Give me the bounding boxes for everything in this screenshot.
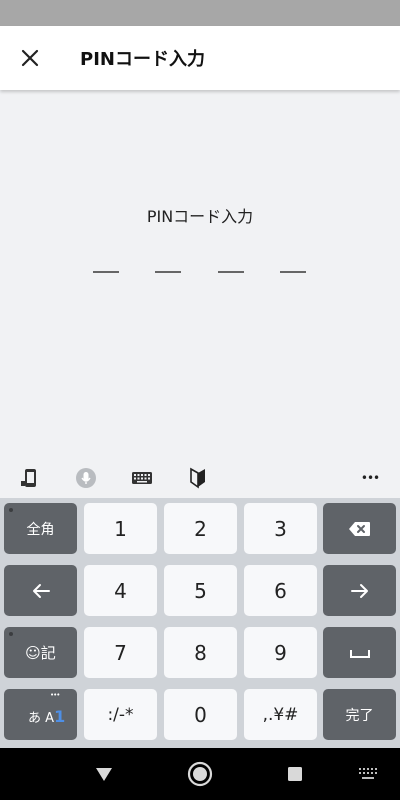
key-2-label: 2 xyxy=(194,516,207,541)
key-5[interactable]: 5 xyxy=(164,565,237,616)
space-icon xyxy=(349,649,370,658)
keyboard-icon xyxy=(132,472,152,484)
key-4-label: 4 xyxy=(114,578,127,603)
keyboard: 全角 1 2 3 4 5 6 ☺記 7 8 9 ••• あ A1:/-* 0 … xyxy=(0,498,400,748)
input-mode-hiragana: あ xyxy=(28,711,42,726)
key-8-label: 8 xyxy=(194,640,207,665)
phone-sync-button[interactable] xyxy=(16,464,44,492)
cursor-right-key[interactable] xyxy=(323,565,396,616)
done-key-label: 完了 xyxy=(345,707,374,724)
close-icon xyxy=(21,49,39,67)
punctuation-key[interactable]: ,.¥# xyxy=(244,689,317,740)
pin-slot-1 xyxy=(93,271,119,273)
app-bar: PINコード入力 xyxy=(0,26,400,90)
key-indicator-dot xyxy=(9,632,13,636)
microphone-icon xyxy=(76,468,96,488)
pin-prompt: PINコード入力 xyxy=(146,207,254,226)
emoji-symbol-label: ☺記 xyxy=(25,644,56,662)
full-width-label: 全角 xyxy=(26,521,55,538)
key-1[interactable]: 1 xyxy=(84,503,157,554)
page-title: PINコード入力 xyxy=(80,49,205,70)
input-mode-dots: ••• xyxy=(50,691,60,699)
home-button[interactable] xyxy=(184,758,216,790)
phone-sync-icon xyxy=(21,469,36,487)
recents-button[interactable] xyxy=(279,758,311,790)
input-mode-alpha: A xyxy=(45,711,55,726)
pin-slot-4 xyxy=(280,271,306,273)
done-key[interactable]: 完了 xyxy=(323,689,396,740)
symbols-key-label: :/-* xyxy=(107,704,134,725)
key-7[interactable]: 7 xyxy=(84,627,157,678)
emoji-symbol-key[interactable]: ☺記 xyxy=(4,627,77,678)
keyboard-settings-button[interactable] xyxy=(128,464,156,492)
close-button[interactable] xyxy=(12,40,48,76)
pin-entry-area[interactable]: PINコード入力 xyxy=(0,90,400,458)
input-mode-label: あ A1 xyxy=(28,707,65,726)
key-2[interactable]: 2 xyxy=(164,503,237,554)
space-key[interactable] xyxy=(323,627,396,678)
cursor-left-key[interactable] xyxy=(4,565,77,616)
punctuation-key-label: ,.¥# xyxy=(262,704,299,725)
key-7-label: 7 xyxy=(114,640,127,665)
keyboard-switch-button[interactable] xyxy=(352,758,384,790)
key-6-label: 6 xyxy=(274,578,287,603)
backspace-key[interactable] xyxy=(323,503,396,554)
key-1-label: 1 xyxy=(114,516,127,541)
recents-icon xyxy=(288,767,302,781)
keyboard-toolbar: ••• xyxy=(0,458,400,498)
key-3[interactable]: 3 xyxy=(244,503,317,554)
pin-slot-2 xyxy=(155,271,181,273)
input-mode-key[interactable]: ••• あ A1 xyxy=(4,689,77,740)
symbols-key[interactable]: :/-* xyxy=(84,689,157,740)
key-5-label: 5 xyxy=(194,578,207,603)
keyboard-switch-icon xyxy=(359,768,377,779)
more-button[interactable]: ••• xyxy=(356,464,384,492)
key-9-label: 9 xyxy=(274,640,287,665)
status-bar xyxy=(0,0,400,26)
navigation-bar xyxy=(0,748,400,800)
home-icon xyxy=(187,761,213,787)
key-9[interactable]: 9 xyxy=(244,627,317,678)
full-width-key[interactable]: 全角 xyxy=(4,503,77,554)
more-icon: ••• xyxy=(360,471,380,485)
key-8[interactable]: 8 xyxy=(164,627,237,678)
key-6[interactable]: 6 xyxy=(244,565,317,616)
back-button[interactable] xyxy=(88,758,120,790)
back-icon xyxy=(96,768,112,781)
beginner-mode-button[interactable] xyxy=(184,464,212,492)
input-mode-numeric: 1 xyxy=(54,707,66,726)
arrow-right-icon xyxy=(350,583,368,598)
backspace-icon xyxy=(348,521,370,536)
key-0[interactable]: 0 xyxy=(164,689,237,740)
key-3-label: 3 xyxy=(274,516,287,541)
pin-slot-3 xyxy=(218,271,244,273)
key-0-label: 0 xyxy=(194,702,207,727)
voice-input-button[interactable] xyxy=(72,464,100,492)
beginner-mark-icon xyxy=(190,467,205,489)
key-4[interactable]: 4 xyxy=(84,565,157,616)
arrow-left-icon xyxy=(32,583,50,598)
key-indicator-dot xyxy=(9,508,13,512)
